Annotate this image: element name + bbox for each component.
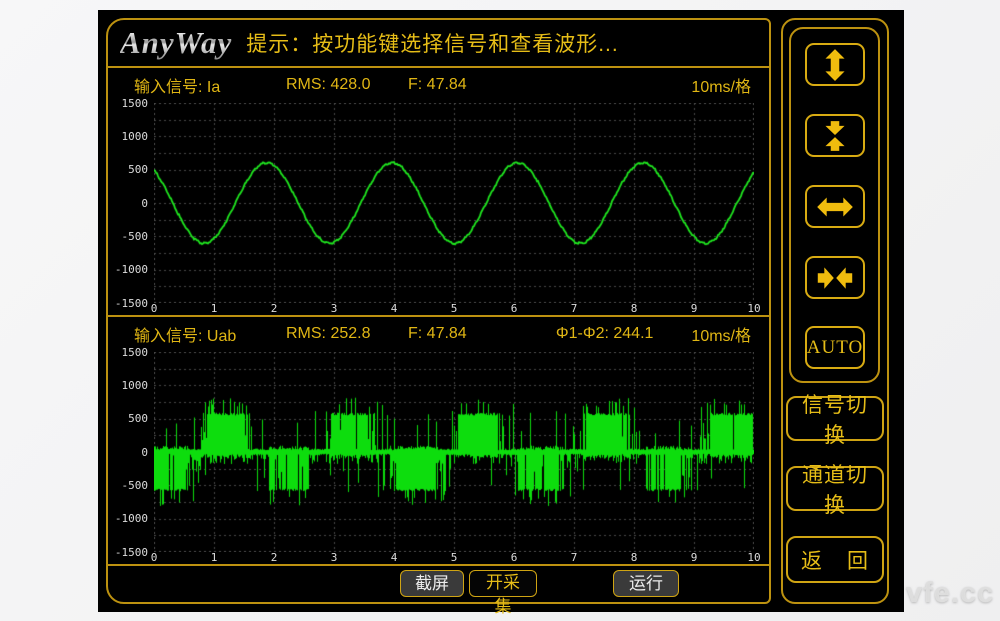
plot-area-uab: 150010005000-500-1000-1500 012345678910 [108, 348, 769, 564]
x-tick-label: 4 [381, 552, 407, 564]
x-tick-label: 7 [561, 303, 587, 315]
anyway-logo: AnyWay [120, 25, 246, 61]
y-tick-label: 0 [108, 198, 148, 209]
return-label-right: 回 [847, 545, 869, 575]
y-tick-label: 500 [108, 164, 148, 175]
zoom-tool-group: AUTO [789, 27, 880, 383]
y-axis-labels: 150010005000-500-1000-1500 [108, 348, 150, 548]
expand-horizontal-icon [816, 192, 854, 222]
freq-value: F: 47.84 [408, 325, 518, 343]
auto-button[interactable]: AUTO [805, 326, 865, 369]
rms-value: RMS: 428.0 [286, 76, 408, 94]
compress-horizontal-button[interactable] [805, 256, 865, 299]
x-tick-label: 0 [141, 552, 167, 564]
x-tick-label: 0 [141, 303, 167, 315]
x-tick-label: 10 [741, 552, 767, 564]
x-axis-labels: 012345678910 [154, 303, 754, 316]
x-tick-label: 3 [321, 303, 347, 315]
x-tick-label: 2 [261, 552, 287, 564]
x-tick-label: 1 [201, 552, 227, 564]
y-tick-label: -1000 [108, 513, 148, 524]
x-tick-label: 8 [621, 552, 647, 564]
compress-vertical-icon [818, 119, 852, 153]
x-tick-label: 4 [381, 303, 407, 315]
y-tick-label: 1000 [108, 131, 148, 142]
chart-section-ia: 输入信号: Ia RMS: 428.0 F: 47.84 10ms/格 1500… [108, 68, 769, 317]
compress-vertical-button[interactable] [805, 114, 865, 157]
x-tick-label: 1 [201, 303, 227, 315]
channel-switch-button[interactable]: 通道切换 [786, 466, 884, 511]
x-tick-label: 6 [501, 303, 527, 315]
return-button[interactable]: 返 回 [786, 536, 884, 583]
x-tick-label: 6 [501, 552, 527, 564]
x-axis-labels: 012345678910 [154, 552, 754, 565]
panel-header: AnyWay 提示：按功能键选择信号和查看波形... [108, 20, 769, 68]
timebase-label: 10ms/格 [691, 322, 751, 346]
hint-text: 提示：按功能键选择信号和查看波形... [246, 28, 619, 58]
run-button[interactable]: 运行 [613, 570, 679, 597]
waveform-canvas-ia [154, 103, 754, 303]
waveform-canvas-uab [154, 352, 754, 552]
signal-label: 输入信号: Ia [134, 73, 286, 97]
timebase-label: 10ms/格 [691, 73, 751, 97]
channel-header-uab: 输入信号: Uab RMS: 252.8 F: 47.84 Φ1-Φ2: 244… [108, 317, 769, 348]
signal-switch-button[interactable]: 信号切换 [786, 396, 884, 441]
instrument-screen: AnyWay 提示：按功能键选择信号和查看波形... 输入信号: Ia RMS:… [98, 10, 904, 612]
x-tick-label: 3 [321, 552, 347, 564]
watermark: vfe.cc [906, 577, 994, 610]
channel-header-ia: 输入信号: Ia RMS: 428.0 F: 47.84 10ms/格 [108, 68, 769, 99]
sidebar: AUTO 信号切换 通道切换 返 回 [781, 18, 889, 604]
compress-horizontal-icon [816, 263, 854, 293]
chart-section-uab: 输入信号: Uab RMS: 252.8 F: 47.84 Φ1-Φ2: 244… [108, 317, 769, 566]
x-tick-label: 7 [561, 552, 587, 564]
y-tick-label: 0 [108, 447, 148, 458]
start-acquisition-button[interactable]: 开采集 [469, 570, 537, 597]
rms-value: RMS: 252.8 [286, 325, 408, 343]
x-tick-label: 9 [681, 552, 707, 564]
expand-horizontal-button[interactable] [805, 185, 865, 228]
freq-value: F: 47.84 [408, 76, 518, 94]
y-tick-label: 1500 [108, 347, 148, 358]
y-tick-label: -500 [108, 231, 148, 242]
x-tick-label: 5 [441, 303, 467, 315]
signal-label: 输入信号: Uab [134, 322, 286, 346]
y-tick-label: 1000 [108, 380, 148, 391]
plot-area-ia: 150010005000-500-1000-1500 012345678910 [108, 99, 769, 315]
expand-vertical-button[interactable] [805, 43, 865, 86]
return-label-left: 返 [801, 545, 823, 575]
y-tick-label: -500 [108, 480, 148, 491]
x-tick-label: 2 [261, 303, 287, 315]
y-tick-label: 1500 [108, 98, 148, 109]
panel-footer: 截屏 开采集 运行 [108, 566, 769, 602]
y-tick-label: -1000 [108, 264, 148, 275]
phase-diff-value: Φ1-Φ2: 244.1 [556, 325, 654, 343]
expand-vertical-icon [818, 48, 852, 82]
main-panel: AnyWay 提示：按功能键选择信号和查看波形... 输入信号: Ia RMS:… [106, 18, 771, 604]
x-tick-label: 10 [741, 303, 767, 315]
y-axis-labels: 150010005000-500-1000-1500 [108, 99, 150, 299]
page: AnyWay 提示：按功能键选择信号和查看波形... 输入信号: Ia RMS:… [0, 0, 1000, 621]
x-tick-label: 9 [681, 303, 707, 315]
x-tick-label: 8 [621, 303, 647, 315]
x-tick-label: 5 [441, 552, 467, 564]
screenshot-button[interactable]: 截屏 [400, 570, 464, 597]
y-tick-label: 500 [108, 413, 148, 424]
